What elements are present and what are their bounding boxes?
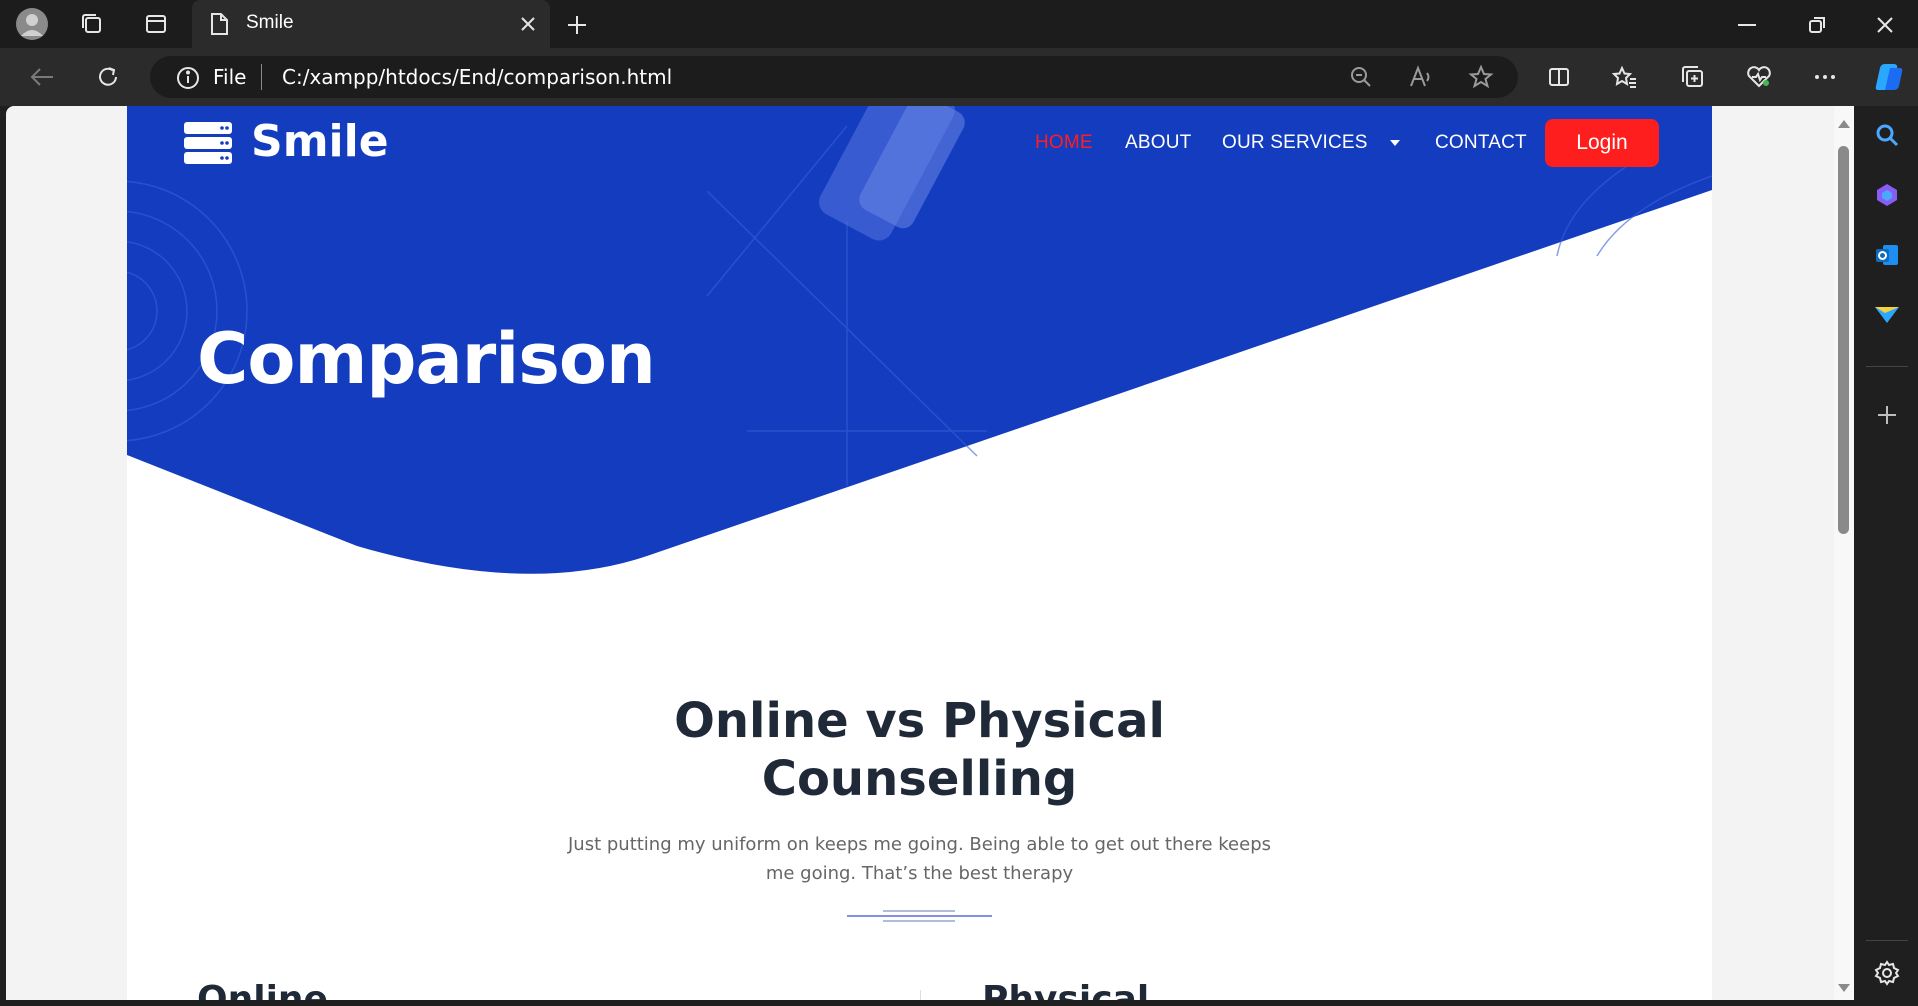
workspaces-icon[interactable] [76, 8, 108, 40]
nav-contact[interactable]: CONTACT [1435, 132, 1527, 154]
nav-about[interactable]: ABOUT [1125, 132, 1191, 154]
nav-home[interactable]: HOME [1035, 132, 1093, 154]
section-divider [847, 909, 992, 923]
scroll-up-arrow-icon[interactable] [1837, 116, 1851, 128]
close-window-icon[interactable] [1868, 10, 1902, 40]
zoom-icon[interactable] [1346, 62, 1376, 92]
section-title-line-1: Online vs Physical [674, 693, 1165, 749]
section-title: Online vs Physical Counselling [127, 692, 1712, 808]
minimize-icon[interactable] [1730, 10, 1764, 40]
hero-title: Comparison [197, 318, 656, 400]
close-tab-icon[interactable] [516, 12, 540, 36]
address-scheme: File [213, 65, 247, 89]
sidebar-copilot-icon[interactable] [1872, 180, 1902, 210]
scroll-down-arrow-icon[interactable] [1837, 980, 1851, 992]
sidebar-divider [1866, 366, 1908, 367]
section-title-line-2: Counselling [761, 751, 1078, 807]
browser-essentials-icon[interactable] [1744, 62, 1774, 92]
nav-our-services[interactable]: OUR SERVICES [1222, 132, 1368, 154]
sidebar-divider-bottom [1866, 940, 1908, 941]
brand-name[interactable]: Smile [251, 116, 389, 167]
tab-actions-icon[interactable] [140, 8, 172, 40]
services-dropdown-caret-icon[interactable] [1389, 134, 1403, 148]
collections-icon[interactable] [1678, 62, 1708, 92]
sidebar-add-icon[interactable] [1872, 400, 1902, 430]
section-subtitle-line-2: me going. That’s the best therapy [765, 863, 1074, 884]
favorites-icon[interactable] [1610, 62, 1640, 92]
read-aloud-icon[interactable] [1406, 62, 1436, 92]
page-icon [206, 10, 232, 38]
section-subtitle-line-1: Just putting my uniform on keeps me goin… [567, 834, 1272, 855]
login-button[interactable]: Login [1545, 119, 1659, 167]
column-title-online: Online [197, 979, 328, 1000]
column-title-physical: Physical [982, 979, 1150, 1000]
section-subtitle: Just putting my uniform on keeps me goin… [127, 830, 1712, 888]
web-page: Smile HOME ABOUT OUR SERVICES CONTACT Lo… [127, 106, 1712, 1000]
copilot-icon[interactable] [1870, 58, 1908, 96]
site-info-icon[interactable] [174, 64, 202, 92]
page-viewport: Smile HOME ABOUT OUR SERVICES CONTACT Lo… [6, 106, 1834, 1000]
restore-icon[interactable] [1800, 10, 1834, 40]
favorite-star-icon[interactable] [1466, 62, 1496, 92]
sidebar-outlook-icon[interactable] [1872, 240, 1902, 270]
more-options-icon[interactable] [1810, 62, 1840, 92]
login-button-label: Login [1576, 131, 1628, 154]
address-divider [261, 64, 262, 90]
address-url[interactable]: C:/xampp/htdocs/End/comparison.html [282, 65, 672, 89]
sidebar-send-icon[interactable] [1872, 300, 1902, 330]
tab-title: Smile [246, 12, 294, 33]
new-tab-icon[interactable] [562, 10, 592, 40]
profile-avatar-icon[interactable] [14, 6, 50, 42]
split-screen-icon[interactable] [1544, 62, 1574, 92]
sidebar-settings-icon[interactable] [1872, 958, 1902, 988]
back-icon[interactable] [24, 60, 60, 94]
scrollbar-thumb[interactable] [1838, 146, 1849, 534]
sidebar-search-icon[interactable] [1872, 120, 1902, 150]
refresh-icon[interactable] [90, 60, 126, 94]
brand-logo-icon[interactable] [184, 122, 232, 164]
column-separator [920, 990, 921, 1000]
